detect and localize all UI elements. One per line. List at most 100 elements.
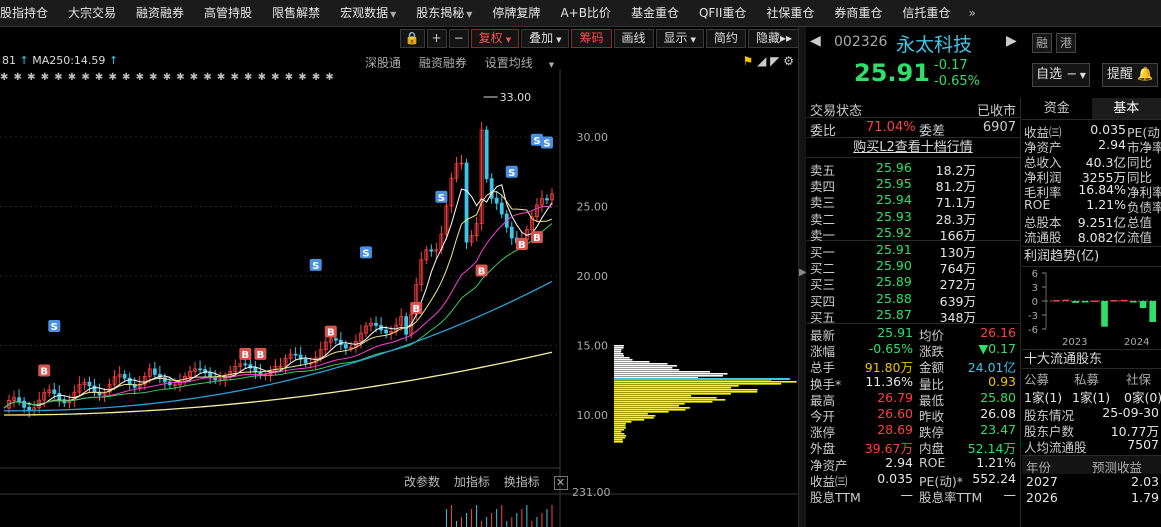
fundamental-label: 流值 [1127,230,1153,245]
chip-bar [614,439,623,441]
chip-bar [614,409,686,411]
stat-value: 25.91 [877,325,913,340]
add-indicator-button[interactable]: 加指标 [454,475,490,489]
stat-value: 26.60 [877,405,913,421]
l2-upgrade-link[interactable]: 购买L2查看十档行情 [806,138,1020,158]
fundamentals-list: 收益㈢ 0.035 PE(动) 净资产 2.94 市净率 总收入 40.3亿 同比 净利润 3255… [1022,120,1161,247]
top-tab-label: 停牌复牌 [492,5,541,20]
price-tick-label: 25.00 [577,201,609,214]
candle-body [303,358,308,364]
kline-chart-area[interactable]: 🔒 + − 复权 ▼ 叠加 ▼ 筹码 画线 显示 ▼ 简约 隐藏▸▸ 81 ↑ MA2… [0,27,800,527]
bid-label: 买五 [810,309,836,325]
tab-basic[interactable]: 基本 [1091,98,1161,119]
fundamental-row: 流通股 8.082亿 流值 [1022,227,1161,245]
candle-body [198,368,202,371]
remind-button[interactable]: 提醒 🔔 [1102,63,1158,87]
stat-row: 收益㈢ 0.035 PE(动)* 552.24 [806,470,1020,489]
holder-info-value: 7507 [1127,437,1159,452]
profit-bar [1149,301,1156,322]
chip-bar [614,421,632,423]
candle-body [87,381,92,387]
candle-body [464,162,469,243]
top-tab[interactable]: 大宗交易 [58,0,126,27]
chip-bar [614,385,739,387]
top-tab[interactable]: 社保重仓 [756,0,824,27]
chip-bar [614,425,626,427]
stock-name: 永太科技 [896,34,973,56]
close-icon[interactable]: ✕ [553,476,568,490]
top-tab-label: 信托重仓 [902,5,951,20]
profit-bar [1139,301,1147,308]
change-param-button[interactable]: 改参数 [404,475,440,489]
stat-value: 1.21% [976,454,1016,470]
top-tab[interactable]: 高管持股 [194,0,262,27]
more-tabs-button[interactable]: » [960,0,983,27]
forecast-list: 2027 2.03 2026 1.79 [1022,474,1161,506]
chip-bar [614,357,630,359]
signal-letter: S [543,139,550,150]
moving-average-line [3,191,553,409]
forecast-row: 2027 2.03 [1022,474,1161,490]
chip-bar [614,373,728,375]
candle-body [494,197,499,204]
profit-bar [1081,301,1089,303]
profit-bar [1110,300,1118,302]
tab-funds[interactable]: 资金 [1022,98,1092,119]
stat-value: — [900,486,914,502]
top-tab[interactable]: 停牌复牌 [482,0,550,27]
profit-trend-chart[interactable]: 6 3 0 -3 -6 2023 2024 [1022,267,1161,349]
top-tab-label: A+B比价 [560,5,611,20]
top-tab[interactable]: 券商重仓 [824,0,892,27]
chip-bar [614,395,692,397]
top-tab[interactable]: 限售解禁 [262,0,330,27]
top-tab[interactable]: 融资融券 [126,0,194,27]
holders-val-social: 0家(0) [1124,390,1161,405]
top-tab[interactable]: 基金重仓 [621,0,689,27]
signal-letter: B [40,367,48,378]
chip-bar [614,351,622,353]
holders-col-private: 私募 [1074,372,1100,387]
bell-icon: 🔔 [1136,67,1154,82]
weicha-value: 6907 [982,120,1016,135]
stat-value: -0.65% [868,341,913,357]
forecast-row: 2026 1.79 [1022,490,1161,506]
panel-splitter[interactable]: ▶ [798,27,807,527]
top-tab[interactable]: QFII重仓 [689,0,756,27]
switch-indicator-button[interactable]: 换指标 [504,475,540,489]
watchlist-suffix: − [1066,67,1078,82]
candle-body [52,389,57,394]
holder-info-label: 人均流通股 [1024,440,1087,455]
margin-tag[interactable]: 融 [1032,33,1052,53]
stat-value: 552.24 [972,470,1016,486]
hk-connect-tag[interactable]: 港 [1056,33,1076,53]
fundamentals-column: 资金 基本 收益㈢ 0.035 PE(动) 净资产 2.94 市净率 总收入 40.3亿 同比净… [1022,98,1161,527]
remind-label: 提醒 [1106,67,1133,82]
top-tab[interactable]: 信托重仓 [892,0,960,27]
top-tab[interactable]: A+B比价 [550,0,621,27]
quote-panel: ◀ 002326 永太科技 ▶ 融 港 25.91 -0.17 -0.65% 自… [806,27,1161,527]
profit-y-tick: 6 [1032,269,1038,280]
profit-bar [1062,299,1070,302]
candle-body [293,353,298,356]
chip-bar [614,355,624,357]
next-stock-arrow-icon[interactable]: ▶ [1006,33,1017,49]
profit-bar [1130,301,1137,303]
holder-info-row: 股东情况 25-09-30 [1022,405,1161,423]
chip-bar [614,419,645,421]
fundamental-value: 8.082亿 [1077,230,1126,245]
chip-bar [614,353,624,355]
holders-col-social: 社保 [1126,372,1152,387]
top-tab-label: 宏观数据 [340,5,389,20]
signal-letter: B [478,266,486,277]
top-tab-label: QFII重仓 [698,5,747,20]
top-holders-title[interactable]: 十大流通股东 [1022,349,1161,369]
bid-levels: 买一 25.91 130万 买二 25.90 764万 买三 25.89 272万 买四 25.88… [806,241,1020,325]
top-tab[interactable]: 股东揭秘 ▼ [406,0,482,27]
signal-letter: S [51,322,58,333]
top-tab[interactable]: 股指持仓 [0,0,58,27]
prev-stock-arrow-icon[interactable]: ◀ [810,33,821,49]
watchlist-button[interactable]: 自选 − ▼ [1032,63,1090,87]
top-tab[interactable]: 宏观数据 ▼ [330,0,406,27]
forecast-year: 2027 [1026,474,1058,489]
top-tab-label: 限售解禁 [272,5,321,20]
